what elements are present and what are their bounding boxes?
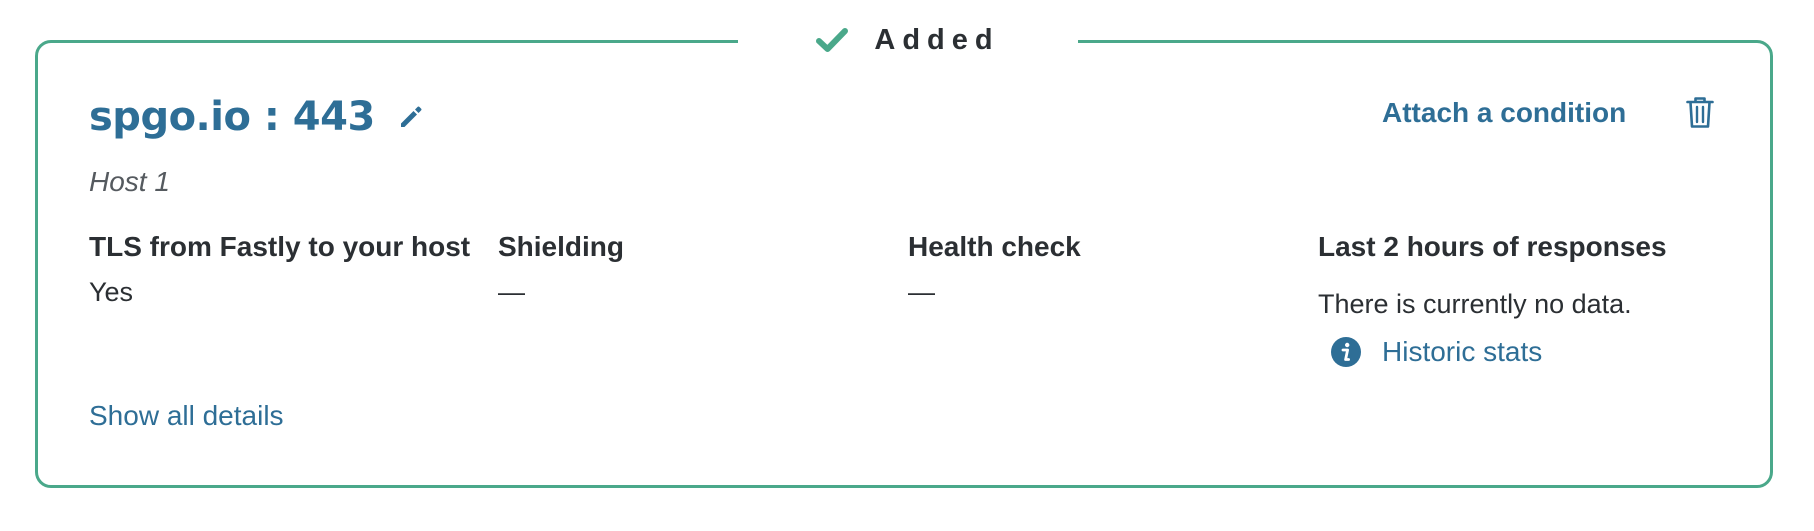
info-icon <box>1330 336 1362 368</box>
tls-value: Yes <box>89 277 134 307</box>
show-all-details-link[interactable]: Show all details <box>89 400 284 432</box>
host-name: spgo.io : 443 <box>89 94 375 140</box>
health-check-value: — <box>908 277 935 307</box>
shielding-detail: Shielding — <box>498 231 624 308</box>
status-label: Added <box>874 23 1000 56</box>
responses-title: Last 2 hours of responses <box>1318 231 1667 262</box>
status-badge: Added <box>738 18 1078 62</box>
host-title: spgo.io : 443 <box>89 94 425 140</box>
shielding-value: — <box>498 277 525 307</box>
historic-stats-link[interactable]: Historic stats <box>1330 336 1667 368</box>
trash-icon[interactable] <box>1685 96 1715 130</box>
historic-stats-label[interactable]: Historic stats <box>1382 336 1542 368</box>
shielding-title: Shielding <box>498 231 624 262</box>
host-subtitle: Host 1 <box>89 166 170 197</box>
health-check-title: Health check <box>908 231 1081 262</box>
tls-detail: TLS from Fastly to your host Yes <box>89 231 470 308</box>
tls-title: TLS from Fastly to your host <box>89 231 471 262</box>
attach-condition-link[interactable]: Attach a condition <box>1382 97 1626 129</box>
responses-detail: Last 2 hours of responses There is curre… <box>1318 231 1667 368</box>
check-icon <box>816 28 849 52</box>
responses-value: There is currently no data. <box>1318 289 1632 319</box>
health-check-detail: Health check — <box>908 231 1081 308</box>
pencil-icon[interactable] <box>397 103 425 131</box>
